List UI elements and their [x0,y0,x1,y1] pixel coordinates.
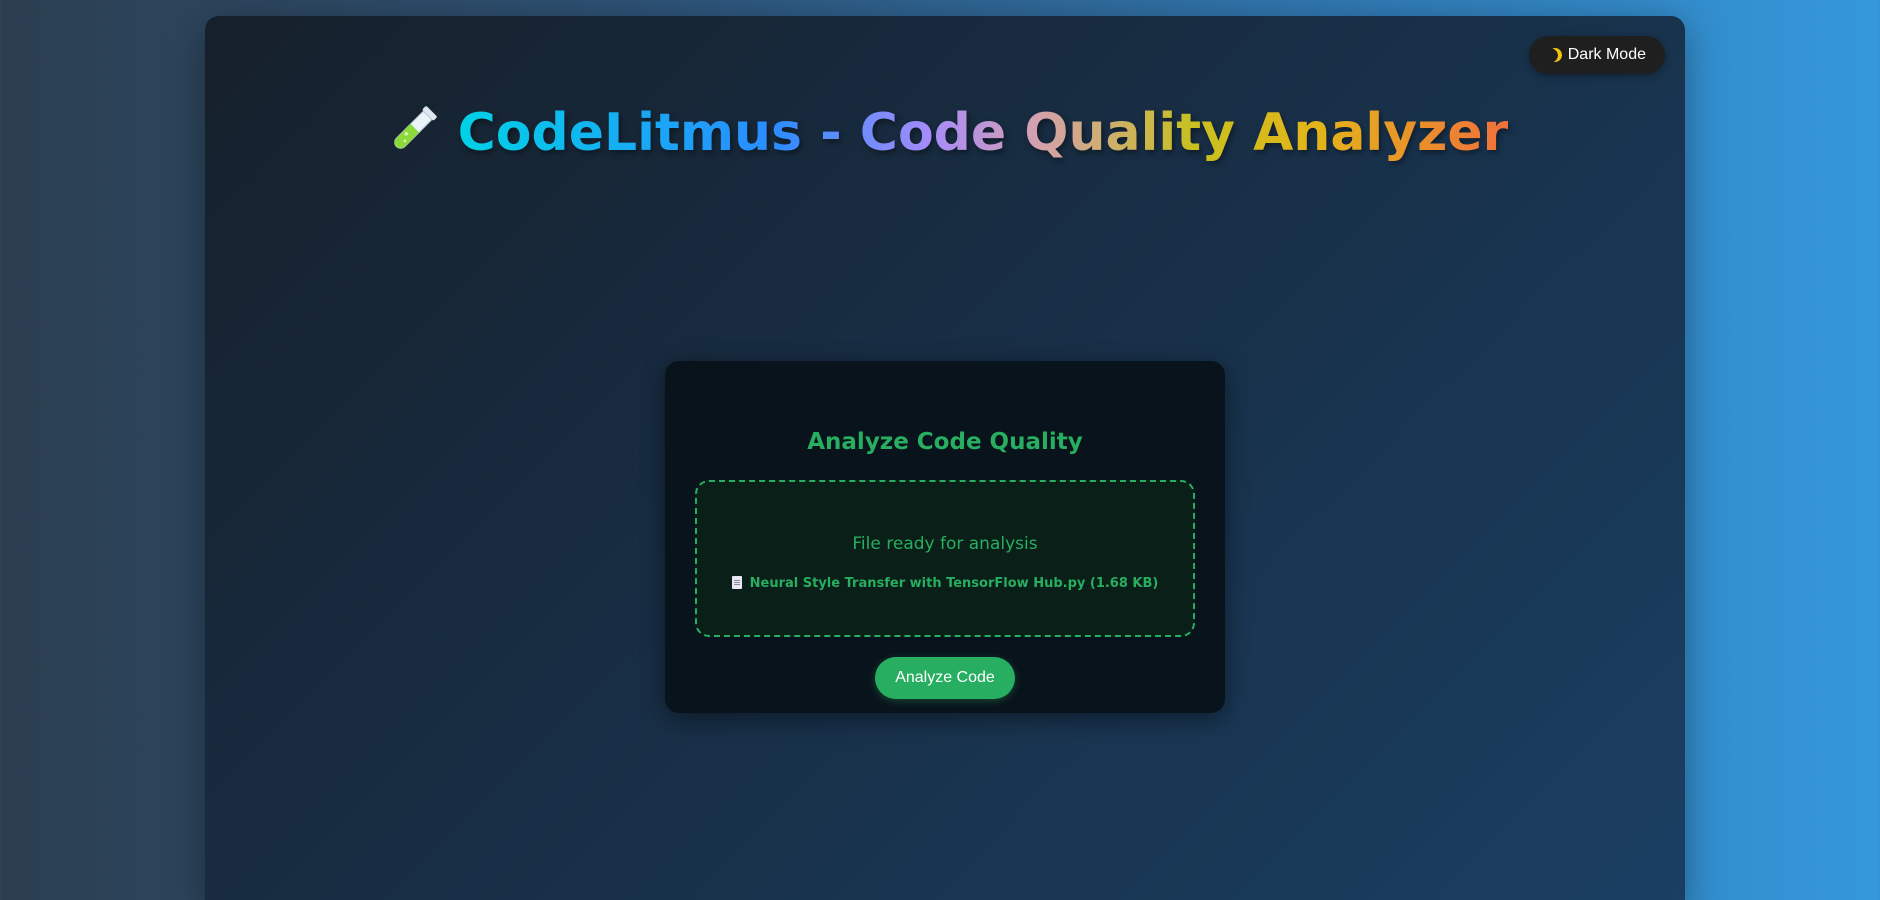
document-icon [731,576,742,589]
test-tube-icon [393,106,437,149]
analyze-code-button[interactable]: Analyze Code [875,657,1015,699]
file-drop-zone[interactable]: File ready for analysis Neural Style Tra… [695,480,1195,637]
selected-file-info: Neural Style Transfer with TensorFlow Hu… [697,576,1193,591]
app-title-text: CodeLitmus - Code Quality Analyzer [457,103,1509,163]
selected-file-label: Neural Style Transfer with TensorFlow Hu… [749,576,1159,591]
drop-zone-status: File ready for analysis [852,534,1038,554]
analyze-card: Analyze Code Quality File ready for anal… [665,361,1225,713]
dark-mode-toggle[interactable]: Dark Mode [1528,36,1665,74]
app-container: Dark Mode CodeLitmus - Code Quality Anal… [205,16,1685,900]
page-title: CodeLitmus - Code Quality Analyzer [205,98,1685,168]
dark-mode-label: Dark Mode [1567,46,1646,63]
moon-icon [1546,46,1564,64]
card-title: Analyze Code Quality [807,429,1083,455]
